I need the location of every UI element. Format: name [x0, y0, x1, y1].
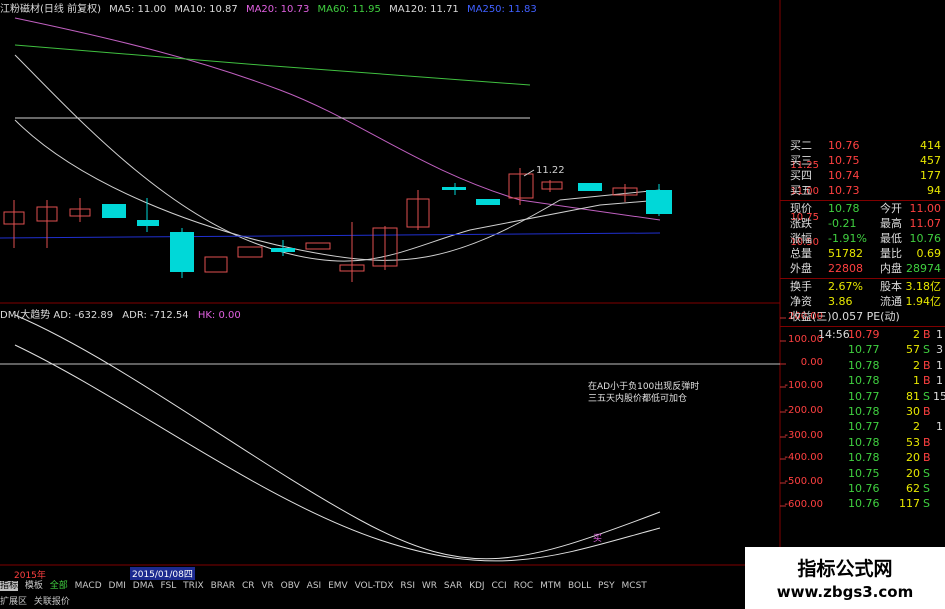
ma250-line — [0, 232, 661, 239]
indicator-tab[interactable]: ASI — [307, 581, 322, 591]
indicator-tab[interactable]: TRIX — [183, 581, 204, 591]
earnings-row: 收益(三)0.057 PE(动) — [790, 310, 900, 323]
indicator-tab[interactable]: 指标 — [0, 581, 19, 591]
peak-price-label: 11.22 — [536, 165, 565, 176]
quote-row: 净资 3.86 流通 1.94亿 — [790, 295, 941, 308]
quote-row: 涨跌 -0.21 最高 11.07 — [790, 217, 941, 230]
order-book-row: 买四 10.74 177 — [790, 169, 941, 182]
indicator-tab[interactable]: CCI — [491, 581, 506, 591]
tick-row: 10.77 57 S 3 — [848, 343, 943, 357]
company-stats: 换手 2.67% 股本 3.18亿 净资 3.86 流通 1.94亿 收益(三)0.057 … — [780, 278, 945, 324]
indicator-tab[interactable]: KDJ — [469, 581, 485, 591]
indicator-name[interactable]: DM(大趋势 — [0, 310, 50, 321]
order-book-row: 买五 10.73 94 — [790, 184, 941, 197]
indicator-tab[interactable]: DMA — [133, 581, 154, 591]
tick-row: 10.77 81 S 15 — [848, 389, 945, 403]
tick-row: 10.78 20 B — [848, 451, 931, 465]
expand-area-link[interactable]: 扩展区 — [0, 597, 27, 607]
quote-row: 外盘 22808 内盘 28974 — [790, 262, 941, 275]
indicator-tab[interactable]: DMI — [109, 581, 126, 591]
adr-line — [14, 344, 661, 562]
order-book: 买二 10.76 414 买三 10.75 457 买四 10.74 177 买五 10.73… — [780, 138, 945, 198]
indicator-tab[interactable]: FSL — [161, 581, 177, 591]
ad-value: AD: -632.89 — [53, 310, 114, 321]
indicator-tab[interactable]: PSY — [598, 581, 615, 591]
tick-row: 10.76 62 S — [848, 481, 930, 495]
quote-row: 涨幅 -1.91% 最低 10.76 — [790, 232, 941, 245]
strategy-annotation: 在AD小于负100出现反弹时 三五天内股价都低可加仓 — [588, 382, 700, 404]
indicator-tab[interactable]: EMV — [328, 581, 348, 591]
tick-row: 10.78 53 B — [848, 435, 931, 449]
indicator-tab[interactable]: SAR — [444, 581, 462, 591]
order-book-row: 买二 10.76 414 — [790, 139, 941, 152]
indicator-tab[interactable]: VR — [261, 581, 273, 591]
tick-list[interactable]: 14:56 10.79 2 B 1 10.77 57 S 3 10.78 2 B 1 10.78 1 B… — [780, 326, 945, 512]
watermark-title: 指标公式网 — [797, 558, 893, 580]
site-watermark: 指标公式网 www.zbgs3.com — [745, 547, 945, 609]
bottom-links: 扩展区 关联报价 — [0, 594, 70, 607]
indicator-tab[interactable]: RSI — [400, 581, 415, 591]
tick-row: 10.75 20 S — [848, 466, 930, 480]
indicator-tab[interactable]: BOLL — [568, 581, 591, 591]
ma10-line — [14, 54, 661, 262]
tick-row: 10.78 30 B — [848, 404, 931, 418]
indicator-tab[interactable]: MACD — [75, 581, 102, 591]
adr-value: ADR: -712.54 — [122, 310, 189, 321]
indicator-tab[interactable]: ROC — [514, 581, 534, 591]
indicator-tab-bar: 指标 模板 全部 MACD DMI DMA FSL TRIX BRAR CR V… — [0, 578, 651, 596]
indicator-tab[interactable]: VOL-TDX — [355, 581, 394, 591]
indicator-tab[interactable]: MCST — [622, 581, 647, 591]
ad-line — [14, 314, 661, 560]
hk-value: HK: 0.00 — [197, 310, 241, 321]
order-book-row: 买三 10.75 457 — [790, 154, 941, 167]
tick-row: 10.78 2 B 1 — [848, 358, 943, 372]
quote-panel: 买二 10.76 414 买三 10.75 457 买四 10.74 177 买五 10.73… — [780, 138, 945, 512]
quote-row: 总量 51782 量比 0.69 — [790, 247, 941, 260]
indicator-tab[interactable]: BRAR — [211, 581, 235, 591]
ma20-line — [14, 17, 661, 221]
indicator-tab[interactable]: OBV — [281, 581, 300, 591]
ma60-line — [14, 44, 531, 86]
indicator-tab[interactable]: CR — [242, 581, 255, 591]
tick-row: 10.77 2 1 — [848, 420, 943, 434]
buy-signal-label: 买 — [593, 534, 603, 544]
related-quote-link[interactable]: 关联报价 — [34, 597, 70, 607]
watermark-url: www.zbgs3.com — [776, 583, 914, 601]
indicator-tab[interactable]: WR — [422, 581, 437, 591]
tick-row: 10.78 1 B 1 — [848, 374, 943, 388]
candlesticks — [3, 168, 672, 282]
quote-row: 现价 10.78 今开 11.00 — [790, 202, 941, 215]
indicator-tab[interactable]: MTM — [540, 581, 561, 591]
indicator-header: DM(大趋势 AD: -632.89 ADR: -712.54 HK: 0.00 — [0, 306, 241, 321]
tick-row: 14:56 10.79 2 B 1 — [818, 328, 943, 341]
quote-row: 换手 2.67% 股本 3.18亿 — [790, 280, 941, 293]
indicator-tab[interactable]: 模板 — [25, 581, 43, 591]
indicator-tab[interactable]: 全部 — [50, 581, 68, 591]
tick-row: 10.76 117 S — [848, 497, 930, 511]
ma5-line — [14, 119, 661, 261]
quote-stats: 现价 10.78 今开 11.00 涨跌 -0.21 最高 11.07 涨幅 -1.91% 最低… — [780, 200, 945, 276]
